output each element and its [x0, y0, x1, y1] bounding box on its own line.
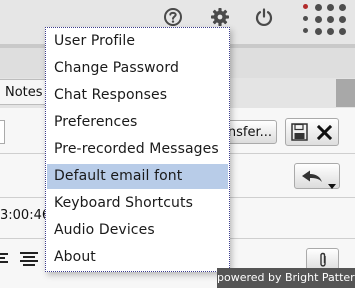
menu-item-preferences[interactable]: Preferences — [47, 110, 228, 135]
tab-strip-end — [336, 79, 355, 107]
user-menu: User Profile Change Password Chat Respon… — [45, 27, 230, 272]
field-edge — [0, 120, 5, 144]
help-icon[interactable] — [163, 7, 183, 27]
grip-dots-icon — [299, 2, 355, 48]
menu-item-audio-devices[interactable]: Audio Devices — [47, 218, 228, 243]
save-icon[interactable] — [291, 123, 308, 145]
menu-item-user-profile[interactable]: User Profile — [47, 29, 228, 54]
settings-icon[interactable] — [210, 7, 230, 27]
message-timestamp: 3:00:46 — [0, 208, 51, 223]
reply-button[interactable] — [294, 163, 340, 189]
reply-arrow-icon — [301, 169, 323, 188]
menu-item-pre-recorded-messages[interactable]: Pre-recorded Messages — [47, 137, 228, 162]
align-center-icon[interactable] — [20, 251, 38, 270]
menu-item-chat-responses[interactable]: Chat Responses — [47, 83, 228, 108]
save-close-group — [285, 118, 339, 146]
chevron-down-icon — [328, 174, 336, 193]
powered-by-label: powered by Bright Pattern — [217, 268, 355, 288]
tab-notes[interactable]: Notes — [0, 79, 46, 105]
power-icon[interactable] — [254, 7, 274, 27]
align-left-icon[interactable] — [0, 251, 8, 270]
transfer-button[interactable]: nsfer... — [226, 120, 277, 144]
close-icon[interactable] — [316, 124, 333, 144]
menu-item-keyboard-shortcuts[interactable]: Keyboard Shortcuts — [47, 191, 228, 216]
menu-item-default-email-font[interactable]: Default email font — [47, 164, 228, 189]
menu-item-about[interactable]: About — [47, 245, 228, 270]
menu-item-change-password[interactable]: Change Password — [47, 56, 228, 81]
